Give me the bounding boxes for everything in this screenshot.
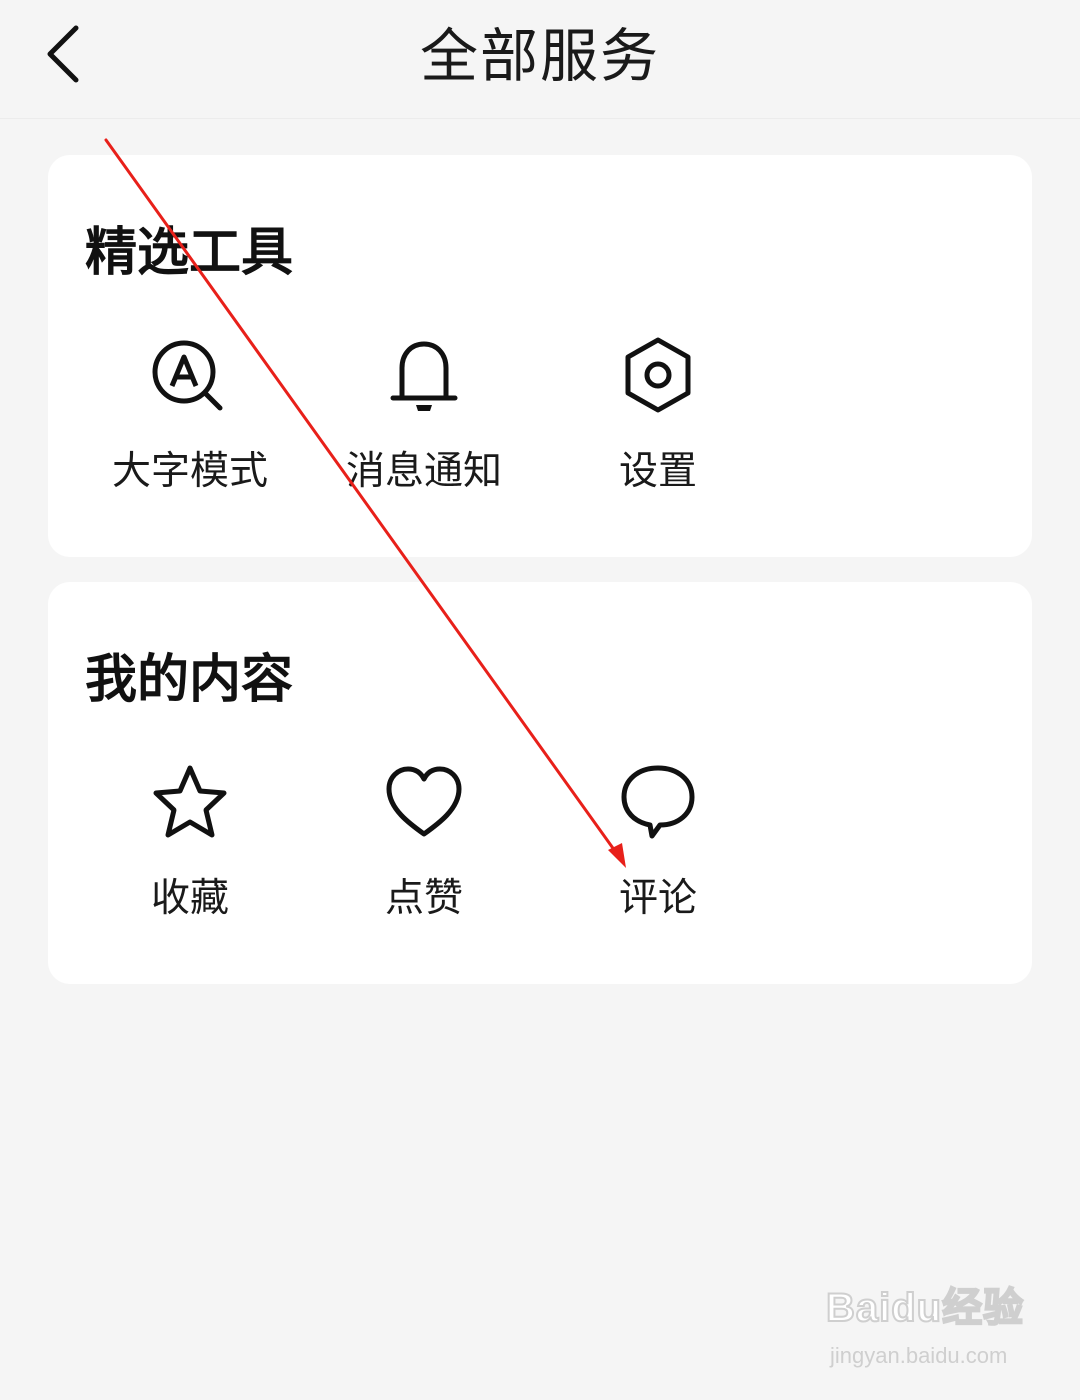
speech-bubble-icon [621,765,695,839]
featured-tools-card: 精选工具 大字模式 消息通知 设置 [48,155,1032,557]
baidu-jingyan-watermark: Baidu经验 jingyan.baidu.com [825,1282,1046,1382]
item-label: 收藏 [150,876,229,921]
section-title-my-content: 我的内容 [85,650,294,710]
watermark-logo: Baidu经验 [825,1285,1025,1331]
comments-button[interactable]: 评论 [558,762,758,922]
item-label: 大字模式 [111,449,268,494]
watermark-url: jingyan.baidu.com [830,1343,1008,1368]
large-font-mode-button[interactable]: 大字模式 [90,335,290,495]
hexagon-gear-icon [625,337,691,413]
settings-button[interactable]: 设置 [558,335,758,495]
message-notification-button[interactable]: 消息通知 [324,335,524,495]
favorites-button[interactable]: 收藏 [90,762,290,922]
heart-icon [386,766,462,837]
star-icon [153,765,227,838]
page-title: 全部服务 [419,22,660,90]
top-bar: 全部服务 [0,0,1080,119]
magnifier-letter-a-icon [152,340,223,411]
item-label: 评论 [618,876,697,921]
bell-icon [390,341,458,411]
my-content-card: 我的内容 收藏 点赞 评论 [48,582,1032,984]
item-label: 消息通知 [345,449,502,494]
likes-button[interactable]: 点赞 [324,762,524,922]
item-label: 设置 [618,449,697,494]
item-label: 点赞 [384,876,463,921]
section-title-featured-tools: 精选工具 [85,223,294,283]
